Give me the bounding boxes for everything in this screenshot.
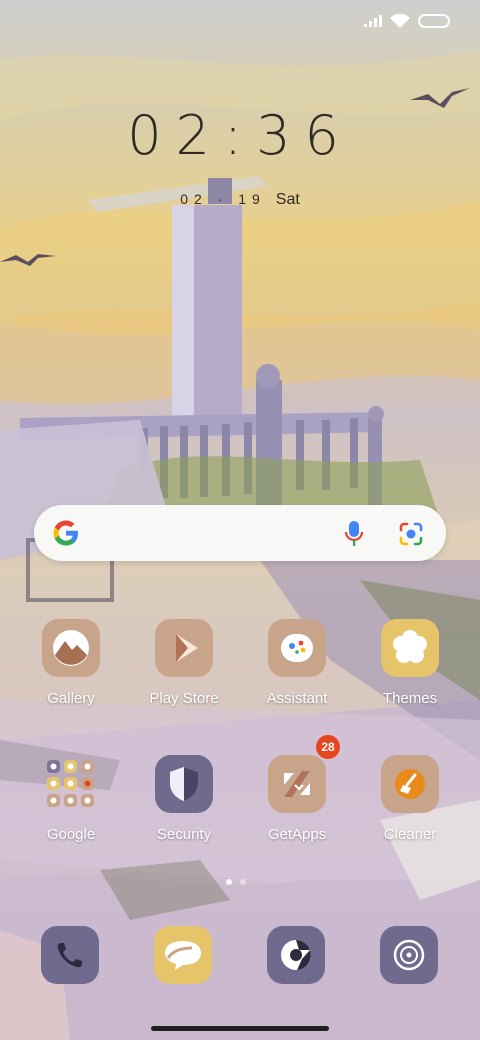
page-indicator[interactable] — [226, 879, 246, 885]
cleaner-icon — [381, 755, 439, 813]
play-store-icon — [155, 619, 213, 677]
play-store-label: Play Store — [149, 690, 219, 707]
phone-icon — [57, 943, 82, 968]
dock-camera[interactable] — [380, 926, 438, 984]
getapps-badge: 28 — [316, 735, 340, 759]
google-folder-icon — [42, 755, 100, 813]
getapps-label: GetApps — [267, 826, 327, 843]
cleaner-label: Cleaner — [383, 826, 437, 843]
security-label: Security — [156, 826, 212, 843]
wifi-icon — [390, 14, 410, 28]
themes-label: Themes — [382, 690, 438, 707]
clock-time[interactable]: 02:36 — [0, 104, 480, 167]
messages-icon — [165, 941, 201, 970]
google-label: Google — [46, 826, 96, 843]
app-google-folder[interactable]: Google — [14, 755, 128, 843]
mic-icon[interactable] — [342, 519, 366, 547]
gallery-icon — [42, 619, 100, 677]
security-icon — [155, 755, 213, 813]
date-text: 02 · 19 — [180, 191, 266, 207]
browser-icon — [281, 940, 311, 970]
battery-icon — [418, 14, 450, 28]
app-gallery[interactable]: Gallery — [14, 619, 128, 707]
app-assistant[interactable]: Assistant — [240, 619, 354, 707]
app-play-store[interactable]: Play Store — [127, 619, 241, 707]
getapps-icon: 28 — [268, 735, 340, 813]
assistant-icon — [268, 619, 326, 677]
app-getapps[interactable]: 28 GetApps — [240, 735, 354, 843]
app-security[interactable]: Security — [127, 755, 241, 843]
signal-icon — [364, 15, 382, 27]
status-bar — [364, 14, 450, 28]
app-themes[interactable]: Themes — [353, 619, 467, 707]
page-dot-active — [226, 879, 232, 885]
clock-date[interactable]: 02 · 19 Sat — [0, 191, 480, 209]
app-cleaner[interactable]: Cleaner — [353, 755, 467, 843]
dock-messages[interactable] — [154, 926, 212, 984]
gallery-label: Gallery — [47, 690, 95, 707]
page-dot — [240, 879, 246, 885]
weekday-text: Sat — [275, 191, 300, 208]
camera-icon — [393, 939, 425, 971]
dock-browser[interactable] — [267, 926, 325, 984]
google-logo-icon — [53, 520, 78, 546]
themes-icon — [381, 619, 439, 677]
assistant-label: Assistant — [266, 690, 328, 707]
lens-icon[interactable] — [398, 521, 424, 547]
home-indicator[interactable] — [151, 1026, 329, 1031]
google-search-bar[interactable] — [34, 505, 446, 561]
dock-phone[interactable] — [41, 926, 99, 984]
